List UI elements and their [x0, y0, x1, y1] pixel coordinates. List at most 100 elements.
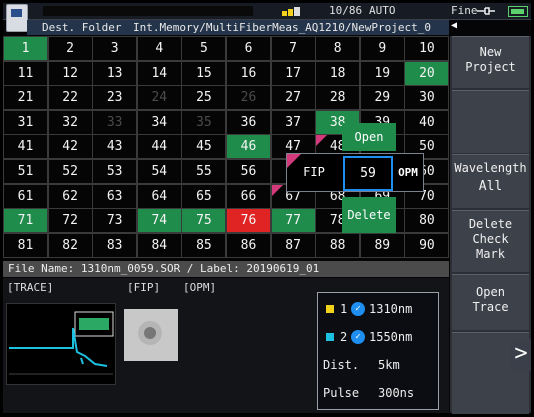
fiber-cell[interactable]: 83 — [93, 233, 137, 257]
fiber-cell[interactable]: 82 — [48, 233, 92, 257]
fiber-cell[interactable]: 41 — [4, 135, 47, 159]
fiber-cell[interactable]: 74 — [137, 209, 181, 233]
fiber-cell[interactable]: 33 — [93, 110, 137, 134]
fiber-cell[interactable]: 25 — [182, 86, 226, 110]
fiber-cell[interactable]: 36 — [227, 110, 270, 134]
fiber-cell[interactable]: 71 — [4, 209, 47, 233]
fiber-cell[interactable]: 61 — [4, 184, 47, 208]
opm-button[interactable]: OPM — [393, 154, 423, 191]
fiber-cell[interactable]: 22 — [48, 86, 92, 110]
fiber-cell[interactable]: 87 — [271, 233, 315, 257]
fiber-cell[interactable]: 3 — [93, 37, 137, 60]
fiber-cell[interactable]: 76 — [227, 209, 270, 233]
fiber-cell[interactable]: 85 — [182, 233, 226, 257]
fiber-cell[interactable]: 19 — [360, 61, 404, 85]
fiber-cell[interactable]: 32 — [48, 110, 92, 134]
fiber-cell[interactable]: 80 — [405, 209, 449, 233]
delete-button[interactable]: Delete — [342, 197, 396, 233]
fiber-cell[interactable]: 37 — [271, 110, 315, 134]
fiber-cell[interactable]: 88 — [316, 233, 360, 257]
fiber-cell[interactable]: 44 — [137, 135, 181, 159]
fiber-cell[interactable]: 42 — [48, 135, 92, 159]
fiber-cell[interactable]: 10 — [405, 37, 449, 60]
fiber-cell[interactable]: 34 — [137, 110, 181, 134]
fiber-cell[interactable]: 14 — [137, 61, 181, 85]
fiber-cell[interactable]: 53 — [93, 160, 137, 183]
wavelength-2-color-swatch — [326, 333, 334, 341]
fiber-cell[interactable]: 65 — [182, 184, 226, 208]
fiber-cell[interactable]: 9 — [360, 37, 404, 60]
fiber-cell[interactable]: 55 — [182, 160, 226, 183]
fiber-cell[interactable]: 54 — [137, 160, 181, 183]
fiber-cell[interactable]: 35 — [182, 110, 226, 134]
fiber-cell[interactable]: 20 — [405, 61, 449, 85]
pulse-label: Pulse — [323, 386, 360, 400]
fiber-cell[interactable]: 75 — [182, 209, 226, 233]
scroll-left-icon[interactable]: ◀ — [451, 20, 457, 31]
preview-area: [TRACE] [FIP] [OPM] 1 ✓ 1310nm 2 ✓ 1550n… — [3, 278, 449, 413]
fip-marker-icon — [316, 135, 328, 147]
selected-fiber-number[interactable]: 59 — [343, 156, 393, 191]
fiber-cell[interactable]: 21 — [4, 86, 47, 110]
fiber-cell[interactable]: 45 — [182, 135, 226, 159]
fip-thumbnail[interactable] — [124, 309, 178, 361]
fiber-cell[interactable]: 73 — [93, 209, 137, 233]
fiber-cell[interactable]: 29 — [360, 86, 404, 110]
fiber-cell[interactable]: 43 — [93, 135, 137, 159]
fiber-cell[interactable]: 86 — [227, 233, 270, 257]
fiber-cell[interactable]: 11 — [4, 61, 47, 85]
fiber-cell[interactable]: 18 — [316, 61, 360, 85]
fiber-cell[interactable]: 31 — [4, 110, 47, 134]
fiber-cell[interactable]: 89 — [360, 233, 404, 257]
fiber-cell[interactable]: 56 — [227, 160, 270, 183]
fiber-cell[interactable]: 5 — [182, 37, 226, 60]
fiber-cell[interactable]: 23 — [93, 86, 137, 110]
fiber-cell[interactable]: 13 — [93, 61, 137, 85]
fiber-cell[interactable]: 12 — [48, 61, 92, 85]
fiber-cell[interactable]: 84 — [137, 233, 181, 257]
fiber-cell[interactable]: 15 — [182, 61, 226, 85]
fiber-cell[interactable]: 40 — [405, 110, 449, 134]
fiber-cell[interactable]: 28 — [316, 86, 360, 110]
fiber-cell[interactable]: 90 — [405, 233, 449, 257]
delete-check-mark-button[interactable]: Delete Check Mark — [452, 210, 529, 272]
open-trace-button[interactable]: Open Trace — [452, 274, 529, 330]
fiber-cell[interactable]: 81 — [4, 233, 47, 257]
fiber-cell[interactable]: 26 — [227, 86, 270, 110]
wavelength-1-index: 1 — [340, 302, 348, 316]
fiber-cell[interactable]: 46 — [227, 135, 270, 159]
fiber-cell[interactable]: 4 — [137, 37, 181, 60]
open-button[interactable]: Open — [342, 123, 396, 151]
fiber-cell[interactable]: 7 — [271, 37, 315, 60]
fiber-cell[interactable]: 63 — [93, 184, 137, 208]
fip-button[interactable]: FIP — [287, 154, 341, 191]
fiber-cell[interactable]: 66 — [227, 184, 270, 208]
wavelength-1-color-swatch — [326, 305, 334, 313]
fiber-cell[interactable]: 77 — [271, 209, 315, 233]
softkey-blank-1[interactable] — [452, 90, 529, 153]
fiber-cell[interactable]: 52 — [48, 160, 92, 183]
fiber-cell[interactable]: 27 — [271, 86, 315, 110]
folder-icon[interactable] — [6, 4, 28, 32]
fiber-cell[interactable]: 62 — [48, 184, 92, 208]
fiber-cell[interactable]: 6 — [227, 37, 270, 60]
fiber-cell[interactable]: 24 — [137, 86, 181, 110]
trace-thumbnail[interactable] — [6, 303, 116, 385]
fiber-cell[interactable]: 16 — [227, 61, 270, 85]
distance-value: 5km — [378, 358, 400, 372]
fiber-cell[interactable]: 2 — [48, 37, 92, 60]
wavelength-button[interactable]: Wavelength All — [452, 154, 529, 208]
fine-indicator: Fine — [451, 4, 478, 17]
fiber-cell[interactable]: 30 — [405, 86, 449, 110]
fiber-cell[interactable]: 1 — [4, 37, 47, 60]
wavelength-2-index: 2 — [340, 330, 348, 344]
distance-row: Dist. 5km — [318, 353, 438, 377]
new-project-button[interactable]: New Project — [452, 36, 529, 88]
fiber-cell[interactable]: 51 — [4, 160, 47, 183]
fiber-cell[interactable]: 64 — [137, 184, 181, 208]
next-page-icon[interactable]: > — [511, 339, 531, 371]
fiber-cell[interactable]: 8 — [316, 37, 360, 60]
pulse-row: Pulse 300ns — [318, 381, 438, 405]
fiber-cell[interactable]: 17 — [271, 61, 315, 85]
fiber-cell[interactable]: 72 — [48, 209, 92, 233]
